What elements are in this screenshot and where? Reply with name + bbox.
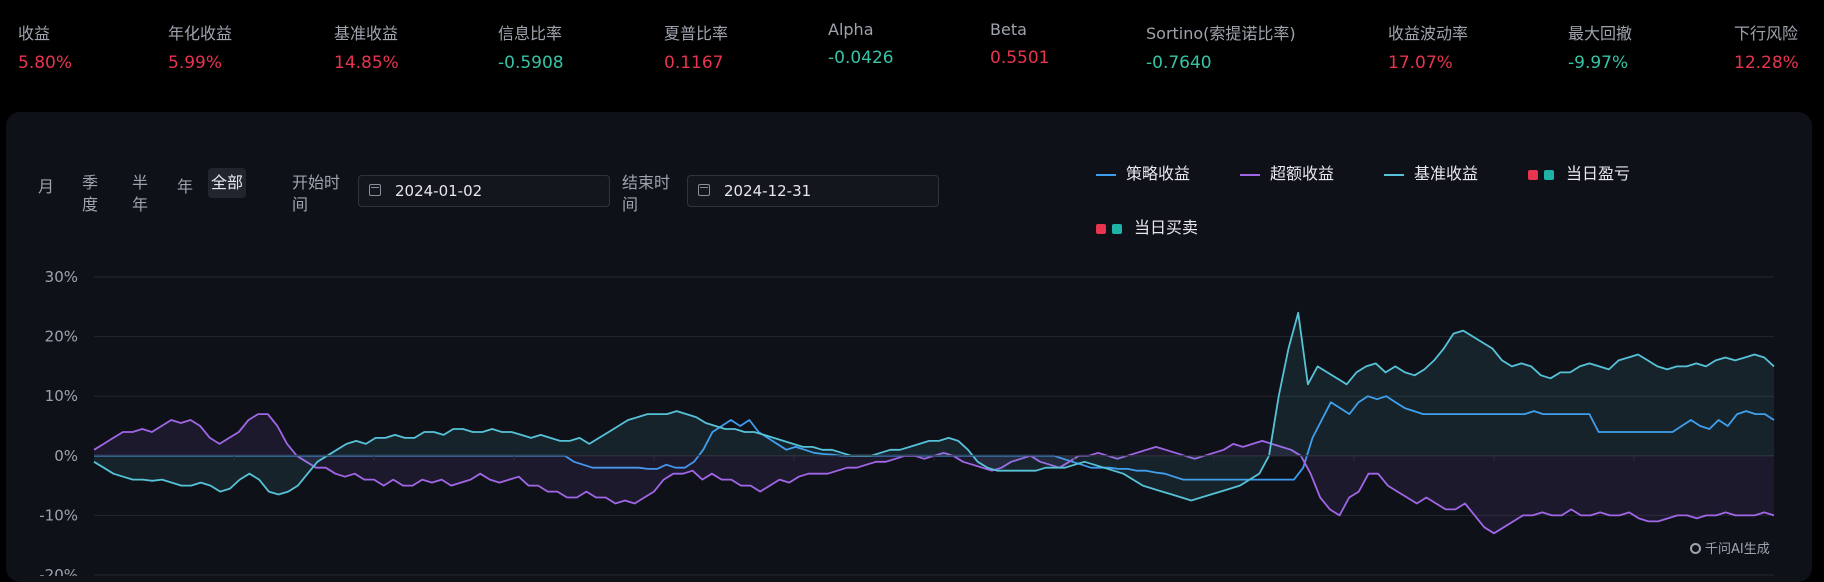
y-tick-label: -20% [39,566,78,576]
watermark-text: 千问AI生成 [1705,542,1770,557]
watermark: 千问AI生成 [1690,538,1770,557]
y-tick-label: 20% [45,328,78,346]
qwen-logo-icon [1690,543,1701,554]
y-tick-label: 0% [54,447,78,465]
y-tick-label: 10% [45,387,78,405]
y-tick-label: 30% [45,268,78,286]
returns-chart: 30% 20% 10% 0% -10% -20% [39,268,1775,576]
y-tick-label: -10% [39,506,78,524]
